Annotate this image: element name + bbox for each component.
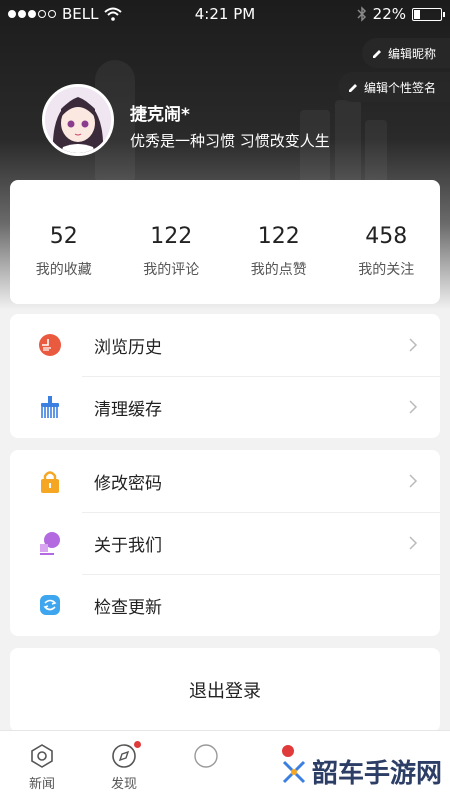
update-icon bbox=[40, 595, 60, 615]
status-bar: BELL 4:21 PM 22% bbox=[0, 0, 450, 28]
tab-label: 新闻 bbox=[28, 777, 55, 792]
logout-label: 退出登录 bbox=[189, 681, 261, 702]
watermark-text: 韶车手游网 bbox=[311, 759, 442, 789]
signature: 优秀是一种习惯 习惯改变人生 bbox=[130, 132, 330, 150]
chevron-right-icon bbox=[409, 536, 418, 550]
stat-label: 我的收藏 bbox=[35, 262, 92, 278]
avatar[interactable] bbox=[42, 84, 114, 156]
broom-icon bbox=[41, 396, 59, 418]
stat-label: 我的关注 bbox=[358, 262, 415, 278]
wifi-icon bbox=[104, 7, 123, 21]
stat-favorites[interactable]: 52 我的收藏 bbox=[10, 180, 118, 304]
avatar-image bbox=[45, 87, 111, 153]
battery-percent: 22% bbox=[372, 5, 406, 23]
menu-item-change-password[interactable]: 修改密码 bbox=[10, 450, 440, 512]
stat-likes[interactable]: 122 我的点赞 bbox=[225, 180, 333, 304]
compass-icon bbox=[112, 744, 136, 768]
nickname: 捷克闹* bbox=[130, 105, 190, 125]
chevron-right-icon bbox=[409, 400, 418, 414]
edit-signature-label: 编辑个性签名 bbox=[363, 80, 436, 95]
lock-icon bbox=[41, 471, 59, 493]
stat-comments[interactable]: 122 我的评论 bbox=[118, 180, 226, 304]
stat-value: 52 bbox=[49, 224, 78, 249]
logout-button[interactable]: 退出登录 bbox=[10, 648, 440, 732]
stat-following[interactable]: 458 我的关注 bbox=[333, 180, 441, 304]
video-icon bbox=[194, 744, 218, 768]
menu-label: 检查更新 bbox=[94, 597, 162, 618]
edit-signature-button[interactable]: 编辑个性签名 bbox=[337, 72, 450, 102]
watermark-logo: 韶车手游网 bbox=[280, 753, 442, 790]
chevron-right-icon bbox=[409, 338, 418, 352]
status-time: 4:21 PM bbox=[194, 5, 256, 23]
stats-card: 52 我的收藏 122 我的评论 122 我的点赞 458 我的关注 bbox=[10, 180, 440, 304]
stat-value: 122 bbox=[150, 224, 193, 249]
stat-label: 我的评论 bbox=[143, 262, 200, 278]
tab-video[interactable] bbox=[166, 731, 246, 800]
pencil-icon bbox=[372, 49, 381, 58]
stat-value: 122 bbox=[257, 224, 300, 249]
watermark-icon bbox=[282, 760, 306, 783]
signal-icon bbox=[8, 10, 56, 18]
battery-icon bbox=[412, 7, 445, 21]
menu-item-check-update[interactable]: 检查更新 bbox=[10, 574, 440, 636]
pencil-icon bbox=[348, 83, 357, 92]
history-icon bbox=[39, 334, 61, 356]
menu-item-history[interactable]: 浏览历史 bbox=[10, 314, 440, 376]
menu-group-1: 浏览历史 清理缓存 bbox=[10, 314, 440, 438]
menu-label: 修改密码 bbox=[94, 473, 162, 494]
tab-discover[interactable]: 发现 bbox=[84, 731, 164, 800]
about-icon bbox=[40, 532, 60, 555]
tab-news[interactable]: 新闻 bbox=[2, 731, 82, 800]
carrier-label: BELL bbox=[62, 5, 99, 23]
menu-group-2: 修改密码 关于我们 检查更新 bbox=[10, 450, 440, 636]
menu-label: 浏览历史 bbox=[94, 337, 162, 358]
menu-item-about[interactable]: 关于我们 bbox=[10, 512, 440, 574]
menu-label: 清理缓存 bbox=[94, 399, 162, 420]
bluetooth-icon bbox=[357, 6, 366, 22]
stat-label: 我的点赞 bbox=[250, 262, 307, 278]
news-icon bbox=[31, 744, 53, 768]
stat-value: 458 bbox=[365, 224, 408, 249]
menu-item-clear-cache[interactable]: 清理缓存 bbox=[10, 376, 440, 438]
notification-dot bbox=[134, 741, 141, 748]
edit-nickname-button[interactable]: 编辑昵称 bbox=[361, 38, 450, 68]
edit-nickname-label: 编辑昵称 bbox=[387, 46, 436, 61]
menu-label: 关于我们 bbox=[94, 535, 162, 556]
chevron-right-icon bbox=[409, 474, 418, 488]
tab-label: 发现 bbox=[110, 777, 137, 792]
